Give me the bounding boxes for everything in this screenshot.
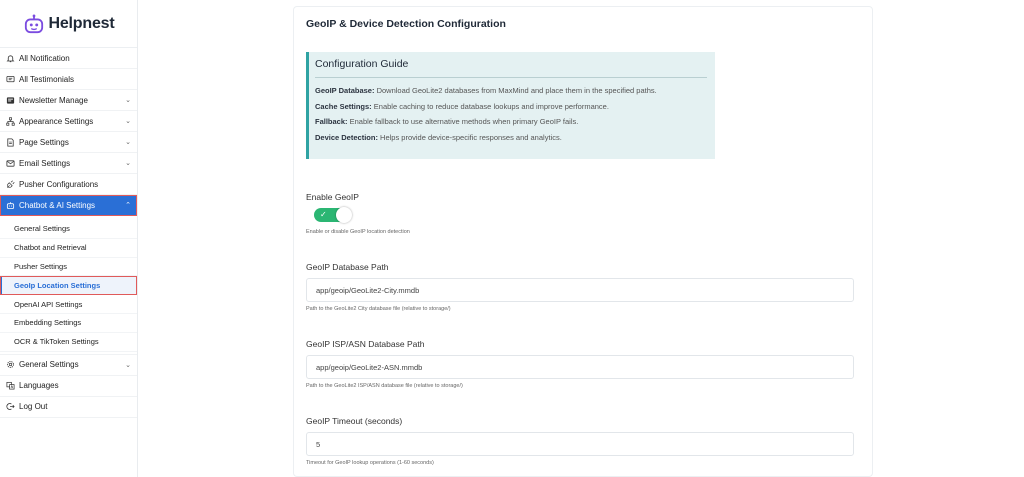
sidebar-item-appearance-settings[interactable]: Appearance Settings ⌄ [0, 111, 137, 132]
chevron-down-icon: ⌄ [125, 118, 131, 125]
page-title: GeoIP & Device Detection Configuration [306, 18, 506, 30]
geoip-timeout-help: Timeout for GeoIP lookup operations (1-6… [306, 460, 434, 466]
sidebar-menu-bottom: General Settings ⌄ Languages Log Out [0, 355, 137, 418]
sidebar-item-all-testimonials[interactable]: All Testimonials [0, 69, 137, 90]
geoip-isp-path-help: Path to the GeoLite2 ISP/ASN database fi… [306, 383, 463, 389]
guide-key: GeoIP Database: [315, 86, 375, 95]
guide-text: Download GeoLite2 databases from MaxMind… [374, 86, 657, 95]
chatbot-ai-submenu: General Settings Chatbot and Retrieval P… [0, 216, 137, 355]
geoip-config-card: GeoIP & Device Detection Configuration C… [293, 6, 873, 477]
guide-key: Cache Settings: [315, 101, 372, 111]
sidebar-item-email-settings[interactable]: Email Settings ⌄ [0, 153, 137, 174]
chevron-down-icon: ⌄ [125, 97, 131, 104]
check-icon: ✓ [320, 210, 327, 219]
language-icon [5, 381, 15, 391]
guide-key: Device Detection: [315, 132, 378, 142]
guide-title: Configuration Guide [315, 58, 707, 78]
chevron-up-icon: ⌃ [125, 202, 131, 209]
sidebar-item-all-notification[interactable]: All Notification [0, 48, 137, 69]
enable-geoip-help: Enable or disable GeoIP location detecti… [306, 229, 410, 235]
submenu-item-chatbot-retrieval[interactable]: Chatbot and Retrieval [0, 239, 137, 258]
submenu-item-general-settings[interactable]: General Settings [0, 220, 137, 239]
sidebar-item-newsletter-manage[interactable]: Newsletter Manage ⌄ [0, 90, 137, 111]
sidebar-item-label: All Notification [19, 53, 70, 63]
sidebar-item-label: Languages [19, 381, 59, 391]
enable-geoip-label: Enable GeoIP [306, 192, 359, 202]
configuration-guide: Configuration Guide GeoIP Database: Down… [306, 52, 715, 159]
geoip-timeout-label: GeoIP Timeout (seconds) [306, 416, 403, 426]
mail-icon [5, 158, 15, 168]
robot-icon [5, 200, 15, 210]
chevron-down-icon: ⌄ [125, 139, 131, 146]
bell-icon [5, 53, 15, 63]
guide-text: Enable fallback to use alternative metho… [347, 117, 579, 126]
sidebar: Helpnest All Notification All Testimonia… [0, 0, 138, 477]
sidebar-item-pusher-configurations[interactable]: Pusher Configurations [0, 174, 137, 195]
brand-logo[interactable]: Helpnest [0, 0, 137, 48]
submenu-item-openai-api-settings[interactable]: OpenAI API Settings [0, 295, 137, 314]
sidebar-item-chatbot-ai-settings[interactable]: Chatbot & AI Settings ⌃ [0, 195, 137, 216]
guide-text: Enable caching to reduce database lookup… [371, 101, 609, 111]
submenu-item-embedding-settings[interactable]: Embedding Settings [0, 314, 137, 333]
submenu-item-pusher-settings[interactable]: Pusher Settings [0, 258, 137, 277]
sidebar-item-label: Pusher Configurations [19, 179, 99, 189]
plug-icon [5, 179, 15, 189]
newsletter-icon [5, 95, 15, 105]
sitemap-icon [5, 116, 15, 126]
toggle-knob [336, 207, 352, 223]
guide-line: Device Detection: Helps provide device-s… [315, 132, 707, 142]
submenu-item-geoip-location-settings[interactable]: GeoIp Location Settings [0, 276, 137, 296]
sidebar-item-label: Appearance Settings [19, 116, 94, 126]
submenu-item-ocr-tiktoken-settings[interactable]: OCR & TikToken Settings [0, 333, 137, 352]
enable-geoip-toggle[interactable]: ✓ [314, 207, 352, 223]
page-icon [5, 137, 15, 147]
logout-icon [5, 402, 15, 412]
sidebar-item-label: Page Settings [19, 137, 69, 147]
chat-icon [5, 74, 15, 84]
sidebar-item-page-settings[interactable]: Page Settings ⌄ [0, 132, 137, 153]
sidebar-item-label: Chatbot & AI Settings [19, 200, 96, 210]
geoip-db-path-help: Path to the GeoLite2 City database file … [306, 306, 451, 312]
guide-line: Fallback: Enable fallback to use alterna… [315, 118, 707, 126]
sidebar-item-label: Log Out [19, 402, 48, 412]
sidebar-item-label: Email Settings [19, 158, 71, 168]
sidebar-item-log-out[interactable]: Log Out [0, 397, 137, 418]
brand-name: Helpnest [48, 14, 115, 32]
guide-key: Fallback: [315, 117, 348, 126]
gear-icon [5, 360, 15, 370]
sidebar-item-label: All Testimonials [19, 74, 74, 84]
guide-line: Cache Settings: Enable caching to reduce… [315, 101, 707, 111]
sidebar-item-label: General Settings [19, 360, 79, 370]
sidebar-menu: All Notification All Testimonials Newsle… [0, 48, 137, 216]
chevron-down-icon: ⌄ [125, 160, 131, 167]
geoip-db-path-label: GeoIP Database Path [306, 262, 389, 272]
geoip-isp-path-label: GeoIP ISP/ASN Database Path [306, 339, 425, 349]
geoip-db-path-input[interactable]: app/geoip/GeoLite2-City.mmdb [306, 278, 854, 302]
guide-line: GeoIP Database: Download GeoLite2 databa… [315, 87, 707, 95]
guide-text: Helps provide device-specific responses … [377, 132, 562, 142]
chevron-down-icon: ⌄ [125, 361, 131, 369]
geoip-timeout-input[interactable]: 5 [306, 432, 854, 456]
sidebar-item-label: Newsletter Manage [19, 95, 88, 105]
geoip-isp-path-input[interactable]: app/geoip/GeoLite2-ASN.mmdb [306, 355, 854, 379]
sidebar-item-languages[interactable]: Languages [0, 376, 137, 397]
robot-logo-icon [24, 13, 43, 33]
sidebar-item-general-settings[interactable]: General Settings ⌄ [0, 355, 137, 376]
